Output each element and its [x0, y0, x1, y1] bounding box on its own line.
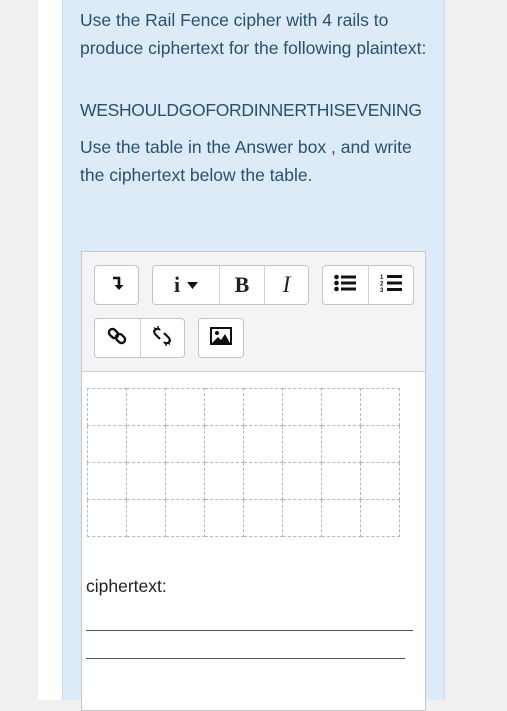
- unlink-button[interactable]: [139, 319, 185, 357]
- link-group: [94, 318, 185, 358]
- table-cell[interactable]: [360, 462, 400, 500]
- table-cell[interactable]: [282, 388, 322, 426]
- table-cell[interactable]: [204, 388, 244, 426]
- table-row: [87, 425, 400, 463]
- link-icon: [107, 326, 127, 351]
- svg-text:2: 2: [380, 281, 384, 287]
- table-cell[interactable]: [165, 462, 205, 500]
- table-cell[interactable]: [321, 425, 361, 463]
- table-cell[interactable]: [321, 388, 361, 426]
- table-row: [87, 499, 400, 537]
- bulleted-list-icon: [334, 274, 357, 297]
- italic-button[interactable]: I: [264, 266, 308, 304]
- editor-toolbar: i B I 1 2 3: [82, 252, 425, 372]
- image-icon: [210, 326, 232, 350]
- table-cell[interactable]: [204, 499, 244, 537]
- svg-text:3: 3: [380, 288, 384, 293]
- table-cell[interactable]: [360, 499, 400, 537]
- table-cell[interactable]: [204, 425, 244, 463]
- table-cell[interactable]: [282, 499, 322, 537]
- table-cell[interactable]: [165, 388, 205, 426]
- table-cell[interactable]: [360, 425, 400, 463]
- table-cell[interactable]: [321, 499, 361, 537]
- table-cell[interactable]: [243, 462, 283, 500]
- numbered-list-icon: 1 2 3: [380, 273, 402, 298]
- bulleted-list-button[interactable]: [323, 266, 368, 304]
- link-button[interactable]: [95, 319, 140, 357]
- bold-button[interactable]: B: [219, 266, 264, 304]
- unlink-icon: [151, 325, 173, 352]
- more-formatting-label: i: [173, 272, 181, 297]
- image-group: [198, 318, 244, 358]
- table-row: [87, 462, 400, 500]
- answer-editor[interactable]: i B I 1 2 3: [81, 251, 426, 711]
- answer-instruction: Use the table in the Answer box , and wr…: [80, 137, 412, 185]
- ciphertext-answer-line[interactable]: [86, 658, 405, 659]
- table-cell[interactable]: [204, 462, 244, 500]
- more-formatting-button[interactable]: i: [153, 266, 219, 304]
- table-cell[interactable]: [87, 499, 127, 537]
- table-cell[interactable]: [243, 425, 283, 463]
- arrow-down-right-icon: [110, 275, 124, 296]
- table-cell[interactable]: [321, 462, 361, 500]
- table-cell[interactable]: [126, 388, 166, 426]
- table-cell[interactable]: [243, 499, 283, 537]
- paragraph-format-button[interactable]: [95, 266, 138, 304]
- image-button[interactable]: [199, 319, 243, 357]
- text-style-group: i B I: [152, 265, 309, 305]
- question-plaintext: WESHOULDGOFORDINNERTHISEVENING: [80, 100, 422, 120]
- table-cell[interactable]: [165, 425, 205, 463]
- table-cell[interactable]: [87, 462, 127, 500]
- table-cell[interactable]: [126, 425, 166, 463]
- table-cell[interactable]: [87, 388, 127, 426]
- svg-text:1: 1: [380, 275, 384, 281]
- table-cell[interactable]: [360, 388, 400, 426]
- table-cell[interactable]: [165, 499, 205, 537]
- numbered-list-button[interactable]: 1 2 3: [367, 266, 413, 304]
- table-cell[interactable]: [282, 425, 322, 463]
- ciphertext-answer-line[interactable]: [86, 630, 413, 631]
- ciphertext-label: ciphertext:: [86, 576, 167, 596]
- chevron-down-icon: [187, 276, 199, 294]
- rail-fence-table[interactable]: [87, 388, 400, 537]
- paragraph-format-group: [94, 265, 139, 305]
- question-instruction: Use the Rail Fence cipher with 4 rails t…: [80, 10, 427, 58]
- table-cell[interactable]: [282, 462, 322, 500]
- table-cell[interactable]: [243, 388, 283, 426]
- list-group: 1 2 3: [322, 265, 414, 305]
- table-cell[interactable]: [87, 425, 127, 463]
- table-row: [87, 388, 400, 426]
- table-cell[interactable]: [126, 462, 166, 500]
- table-cell[interactable]: [126, 499, 166, 537]
